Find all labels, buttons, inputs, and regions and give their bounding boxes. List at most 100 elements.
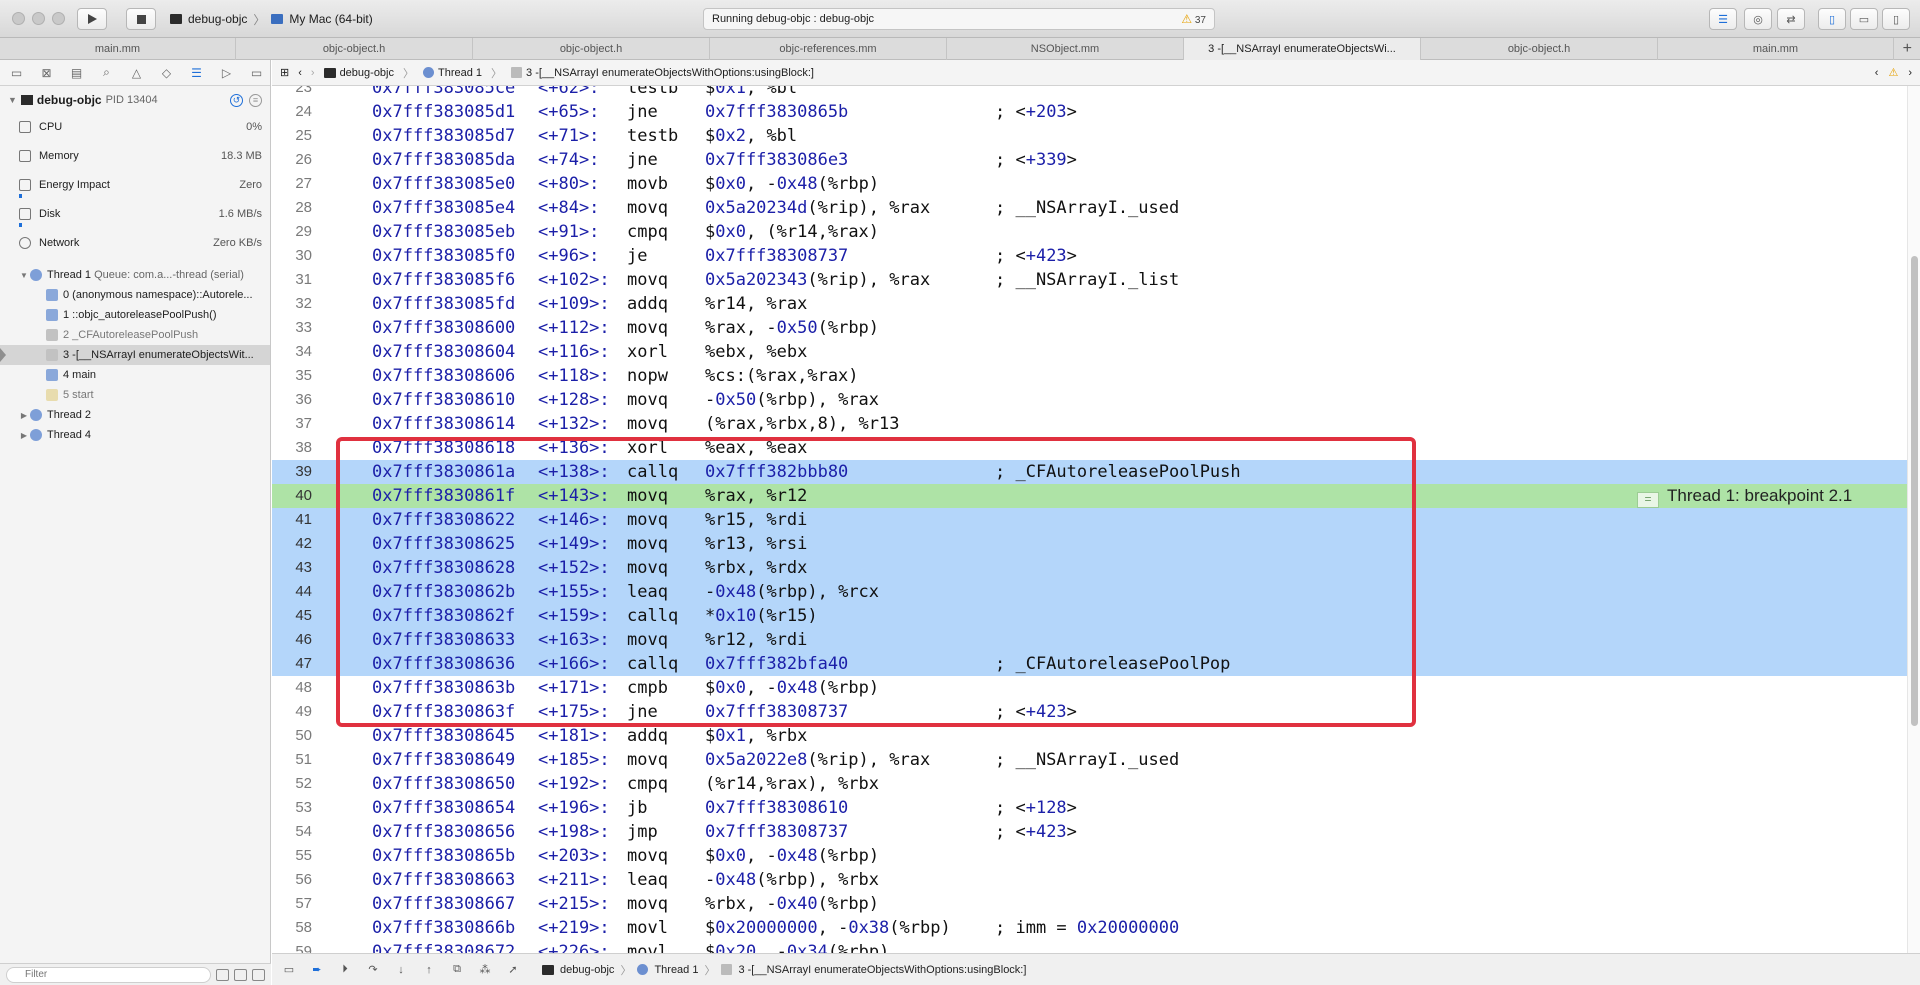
gauge-energy[interactable]: Energy Impact Zero bbox=[0, 172, 270, 201]
frame-row-selected[interactable]: 3 -[__NSArrayI enumerateObjectsWit... bbox=[0, 345, 270, 365]
disclosure-right-icon[interactable]: ▶ bbox=[18, 411, 30, 420]
scrollbar-thumb[interactable] bbox=[1911, 256, 1918, 726]
back-icon[interactable]: ‹ bbox=[298, 67, 302, 79]
disassembly-line[interactable]: 41 0x7fff38308622 <+146>: movq %r15, %rdi bbox=[272, 508, 1907, 532]
disassembly-line[interactable]: 30 0x7fff383085f0 <+96>: je 0x7fff38308737 ; … bbox=[272, 244, 1907, 268]
current-instruction-line[interactable]: 40 0x7fff3830861f <+143>: movq %rax, %r12 = Th… bbox=[272, 484, 1907, 508]
warning-indicator[interactable]: ⚠ 37 bbox=[1181, 12, 1206, 26]
disassembly-line[interactable]: 29 0x7fff383085eb <+91>: cmpq $0x0, (%r14,%r… bbox=[272, 220, 1907, 244]
disassembly-line[interactable]: 31 0x7fff383085f6 <+102>: movq 0x5a202343(%r… bbox=[272, 268, 1907, 292]
disassembly-line[interactable]: 35 0x7fff38308606 <+118>: nopw %cs:(%rax,%ra… bbox=[272, 364, 1907, 388]
disassembly-line[interactable]: 43 0x7fff38308628 <+152>: movq %rbx, %rdx bbox=[272, 556, 1907, 580]
disassembly-line[interactable]: 45 0x7fff3830862f <+159>: callq *0x10(%r15) bbox=[272, 604, 1907, 628]
gauge-network[interactable]: Network Zero KB/s bbox=[0, 230, 270, 259]
disassembly-line[interactable]: 33 0x7fff38308600 <+112>: movq %rax, -0x50(%… bbox=[272, 316, 1907, 340]
toggle-navigator-button[interactable]: ▯ bbox=[1818, 8, 1846, 30]
folder-icon[interactable]: ▭ bbox=[8, 66, 25, 80]
assistant-editor-button[interactable]: ◎ bbox=[1744, 8, 1772, 30]
symbol-icon[interactable]: ▤ bbox=[68, 66, 85, 80]
tab-disassembly[interactable]: 3 -[__NSArrayI enumerateObjectsWi... bbox=[1184, 38, 1421, 60]
disassembly-line[interactable]: 51 0x7fff38308649 <+185>: movq 0x5a2022e8(%r… bbox=[272, 748, 1907, 772]
disassembly-line[interactable]: 56 0x7fff38308663 <+211>: leaq -0x48(%rbp), … bbox=[272, 868, 1907, 892]
next-issue-icon[interactable]: › bbox=[1908, 67, 1912, 79]
tab-objc-references-mm[interactable]: objc-references.mm bbox=[710, 38, 947, 60]
tab-objc-object-h-2[interactable]: objc-object.h bbox=[473, 38, 710, 60]
version-editor-button[interactable]: ⇄ bbox=[1777, 8, 1805, 30]
disassembly-line[interactable]: 54 0x7fff38308656 <+198>: jmp 0x7fff38308737… bbox=[272, 820, 1907, 844]
disassembly-line[interactable]: 49 0x7fff3830863f <+175>: jne 0x7fff38308737… bbox=[272, 700, 1907, 724]
disassembly-editor[interactable]: 23 0x7fff383085ce <+62>: testb $0x1, %bl 24 0x… bbox=[272, 86, 1907, 953]
step-into-icon[interactable]: ↓ bbox=[394, 964, 408, 976]
find-icon[interactable]: ⌕ bbox=[98, 65, 115, 80]
test-icon[interactable]: ◇ bbox=[158, 66, 175, 80]
thread-4-row[interactable]: ▶ Thread 4 bbox=[0, 425, 270, 445]
filter-frames-icon[interactable] bbox=[252, 968, 265, 981]
frame-row[interactable]: 0 (anonymous namespace)::Autorele... bbox=[0, 285, 270, 305]
gauge-memory[interactable]: Memory 18.3 MB bbox=[0, 143, 270, 172]
filter-active-icon[interactable] bbox=[234, 968, 247, 981]
frame-row[interactable]: 1 ::objc_autoreleasePoolPush() bbox=[0, 305, 270, 325]
editor-scrollbar[interactable] bbox=[1907, 86, 1920, 953]
filter-input[interactable] bbox=[6, 966, 211, 983]
breakpoint-annotation[interactable]: = Thread 1: breakpoint 2.1 bbox=[1637, 484, 1852, 508]
frame-row[interactable]: 4 main bbox=[0, 365, 270, 385]
disassembly-line[interactable]: 34 0x7fff38308604 <+116>: xorl %ebx, %ebx bbox=[272, 340, 1907, 364]
disassembly-line[interactable]: 52 0x7fff38308650 <+192>: cmpq (%r14,%rax), … bbox=[272, 772, 1907, 796]
toggle-inspector-button[interactable]: ▯ bbox=[1882, 8, 1910, 30]
thread-2-row[interactable]: ▶ Thread 2 bbox=[0, 405, 270, 425]
previous-issue-icon[interactable]: ‹ bbox=[1875, 67, 1879, 79]
disassembly-line[interactable]: 27 0x7fff383085e0 <+80>: movb $0x0, -0x48(%r… bbox=[272, 172, 1907, 196]
disassembly-line[interactable]: 37 0x7fff38308614 <+132>: movq (%rax,%rbx,8)… bbox=[272, 412, 1907, 436]
frame-row[interactable]: 5 start bbox=[0, 385, 270, 405]
toggle-debug-area-button[interactable]: ▭ bbox=[1850, 8, 1878, 30]
disassembly-line[interactable]: 24 0x7fff383085d1 <+65>: jne 0x7fff3830865b;… bbox=[272, 100, 1907, 124]
hide-debug-area-icon[interactable]: ▭ bbox=[282, 963, 296, 976]
disassembly-line[interactable]: 28 0x7fff383085e4 <+84>: movq 0x5a20234d(%ri… bbox=[272, 196, 1907, 220]
step-over-icon[interactable]: ↷ bbox=[366, 963, 380, 976]
disclosure-down-icon[interactable]: ▼ bbox=[18, 271, 30, 280]
location-icon[interactable]: ➚ bbox=[506, 963, 520, 976]
forward-icon[interactable]: › bbox=[311, 67, 315, 79]
disassembly-line[interactable]: 50 0x7fff38308645 <+181>: addq $0x1, %rbx bbox=[272, 724, 1907, 748]
breadcrumb-project[interactable]: debug-objc bbox=[323, 67, 394, 79]
tab-nsobject-mm[interactable]: NSObject.mm bbox=[947, 38, 1184, 60]
frame-row[interactable]: 2 _CFAutoreleasePoolPush bbox=[0, 325, 270, 345]
breakpoint-icon[interactable]: ▷ bbox=[218, 66, 235, 80]
minimize-window-button[interactable] bbox=[32, 12, 45, 25]
step-out-icon[interactable]: ↑ bbox=[422, 964, 436, 976]
disassembly-line[interactable]: 55 0x7fff3830865b <+203>: movq $0x0, -0x48(%… bbox=[272, 844, 1907, 868]
filter-crashed-icon[interactable] bbox=[216, 968, 229, 981]
tab-objc-object-h-3[interactable]: objc-object.h bbox=[1421, 38, 1658, 60]
disassembly-line[interactable]: 38 0x7fff38308618 <+136>: xorl %eax, %eax bbox=[272, 436, 1907, 460]
warning-icon[interactable]: ⚠ bbox=[1888, 66, 1898, 79]
issue-icon[interactable]: △ bbox=[128, 66, 145, 80]
breadcrumb-thread[interactable]: Thread 1 bbox=[423, 67, 482, 79]
disassembly-line[interactable]: 44 0x7fff3830862b <+155>: leaq -0x48(%rbp), … bbox=[272, 580, 1907, 604]
thread-1-row[interactable]: ▼ Thread 1 Queue: com.a...-thread (seria… bbox=[0, 265, 270, 285]
disclosure-down-icon[interactable]: ▼ bbox=[8, 95, 17, 105]
disassembly-line[interactable]: 46 0x7fff38308633 <+163>: movq %r12, %rdi bbox=[272, 628, 1907, 652]
source-control-icon[interactable]: ⊠ bbox=[38, 66, 55, 80]
scheme-selector[interactable]: debug-objc 〉 My Mac (64-bit) bbox=[170, 9, 373, 29]
standard-editor-button[interactable]: ☰ bbox=[1709, 8, 1737, 30]
disassembly-line[interactable]: 53 0x7fff38308654 <+196>: jb 0x7fff38308610;… bbox=[272, 796, 1907, 820]
report-icon[interactable]: ▭ bbox=[248, 66, 265, 80]
disassembly-line[interactable]: 42 0x7fff38308625 <+149>: movq %r13, %rsi bbox=[272, 532, 1907, 556]
process-info-icon[interactable]: ≡ bbox=[249, 93, 262, 107]
tab-main-mm-2[interactable]: main.mm bbox=[1658, 38, 1894, 60]
disassembly-line[interactable]: 58 0x7fff3830866b <+219>: movl $0x20000000, … bbox=[272, 916, 1907, 940]
tab-objc-object-h[interactable]: objc-object.h bbox=[236, 38, 473, 60]
disassembly-line[interactable]: 26 0x7fff383085da <+74>: jne 0x7fff383086e3;… bbox=[272, 148, 1907, 172]
disassembly-line[interactable]: 23 0x7fff383085ce <+62>: testb $0x1, %bl bbox=[272, 86, 1907, 100]
process-row[interactable]: ▼ debug-objc PID 13404 ↺ ≡ bbox=[0, 86, 270, 114]
disassembly-line[interactable]: 32 0x7fff383085fd <+109>: addq %r14, %rax bbox=[272, 292, 1907, 316]
close-window-button[interactable] bbox=[12, 12, 25, 25]
disclosure-right-icon[interactable]: ▶ bbox=[18, 431, 30, 440]
disassembly-line[interactable]: 36 0x7fff38308610 <+128>: movq -0x50(%rbp), … bbox=[272, 388, 1907, 412]
breakpoints-toggle-icon[interactable]: ➨ bbox=[310, 963, 324, 976]
debug-navigator-icon[interactable]: ☰ bbox=[188, 66, 205, 80]
new-tab-button[interactable]: + bbox=[1894, 38, 1920, 59]
continue-icon[interactable]: ⏵ bbox=[338, 963, 352, 976]
related-items-icon[interactable]: ⊞ bbox=[280, 66, 289, 79]
run-button[interactable] bbox=[77, 8, 107, 30]
